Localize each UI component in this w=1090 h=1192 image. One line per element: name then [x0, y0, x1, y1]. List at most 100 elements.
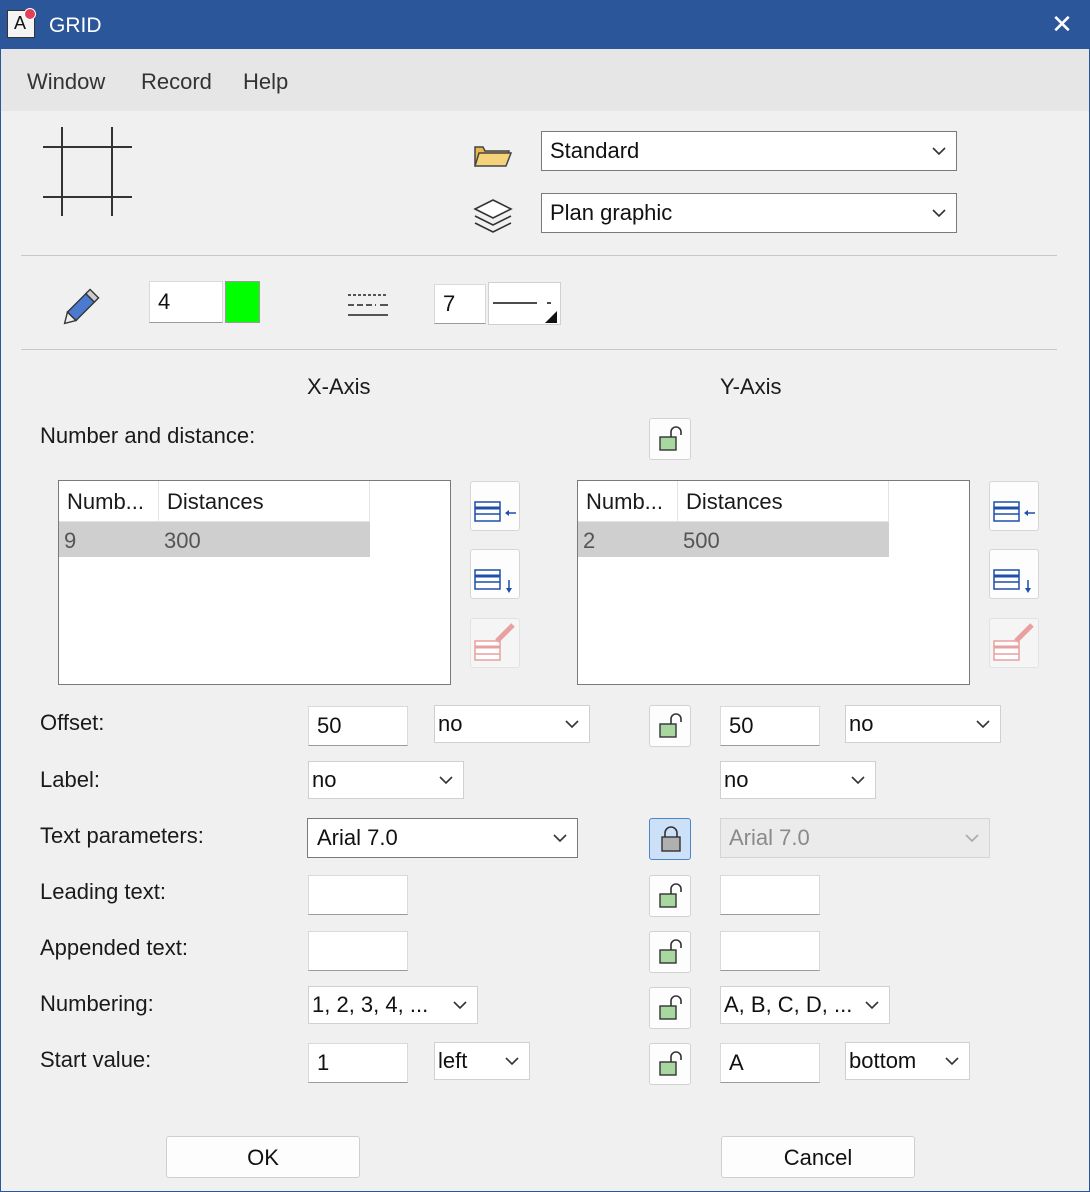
ok-button[interactable]: OK	[166, 1136, 360, 1178]
chevron-down-icon	[553, 834, 567, 843]
x-axis-table[interactable]: Numb... Distances 9 300	[58, 480, 451, 685]
x-offset-mode-value: no	[438, 711, 463, 736]
table-insert-icon	[474, 501, 516, 522]
y-start-value-input[interactable]: A	[720, 1043, 820, 1083]
pencil-icon[interactable]	[61, 285, 105, 325]
y-numbering-value: A, B, C, D, ...	[724, 992, 853, 1017]
x-table-header-distances[interactable]: Distances	[159, 481, 370, 522]
cancel-button[interactable]: Cancel	[721, 1136, 915, 1178]
x-leading-text-input[interactable]	[308, 875, 408, 915]
menu-help[interactable]: Help	[243, 69, 288, 95]
start-value-lock-button[interactable]	[649, 1043, 691, 1085]
x-row-number: 9	[64, 528, 77, 553]
x-offset-input[interactable]: 50	[308, 706, 408, 746]
y-text-params-select: Arial 7.0	[720, 818, 990, 858]
folder-icon[interactable]	[473, 141, 513, 169]
layer-select[interactable]: Plan graphic	[541, 193, 957, 233]
pen-color-swatch[interactable]	[225, 281, 260, 323]
numbering-label: Numbering:	[40, 991, 154, 1016]
standard-select-value: Standard	[550, 138, 640, 163]
x-label-value: no	[312, 767, 337, 792]
x-start-value-input[interactable]: 1	[308, 1043, 408, 1083]
y-numbering-select[interactable]: A, B, C, D, ...	[720, 986, 890, 1024]
menu-record[interactable]: Record	[141, 69, 212, 95]
x-text-params-select[interactable]: Arial 7.0	[307, 818, 578, 858]
y-offset-input[interactable]: 50	[720, 706, 820, 746]
y-start-position-value: bottom	[849, 1048, 917, 1073]
table-delete-icon	[474, 623, 515, 661]
line-type-preview	[493, 302, 557, 323]
line-value-input[interactable]: 7	[434, 284, 486, 324]
label-label: Label:	[40, 767, 100, 792]
x-delete-row-button[interactable]	[470, 618, 520, 668]
appended-text-label: Appended text:	[40, 935, 189, 960]
offset-lock-button[interactable]	[649, 705, 691, 747]
y-axis-table[interactable]: Numb... Distances 2 500	[577, 480, 970, 685]
leading-text-lock-button[interactable]	[649, 875, 691, 917]
x-insert-row-button[interactable]	[470, 481, 520, 531]
x-table-header-number[interactable]: Numb...	[59, 481, 159, 522]
pen-input[interactable]: 4	[149, 281, 223, 323]
x-row-distance: 300	[164, 528, 201, 553]
unlock-icon	[659, 713, 682, 738]
y-table-header-number[interactable]: Numb...	[578, 481, 678, 522]
x-appended-text-input[interactable]	[308, 931, 408, 971]
y-row-distance: 500	[683, 528, 720, 553]
y-text-params-value: Arial 7.0	[729, 825, 810, 850]
chevron-down-icon	[932, 147, 946, 156]
chevron-down-icon	[505, 1057, 519, 1066]
x-axis-header: X-Axis	[307, 374, 371, 399]
title-bar[interactable]: A GRID ✕	[1, 1, 1089, 49]
app-icon: A	[7, 8, 36, 38]
line-style-icon[interactable]	[346, 291, 390, 321]
x-start-position-select[interactable]: left	[434, 1042, 530, 1080]
y-axis-header: Y-Axis	[720, 374, 782, 399]
chevron-down-icon	[932, 209, 946, 218]
chevron-down-icon	[945, 1057, 959, 1066]
leading-text-label: Leading text:	[40, 879, 166, 904]
chevron-down-icon	[965, 834, 979, 843]
y-offset-mode-select[interactable]: no	[845, 705, 1001, 743]
layers-icon[interactable]	[471, 197, 515, 239]
divider	[21, 349, 1057, 350]
x-text-params-value: Arial 7.0	[317, 825, 398, 850]
grid-dialog: A GRID ✕ Window Record Help Standard Pla…	[0, 0, 1090, 1192]
start-value-label: Start value:	[40, 1047, 152, 1072]
chevron-down-icon	[851, 776, 865, 785]
table-row[interactable]: 9 300	[59, 522, 370, 557]
standard-select[interactable]: Standard	[541, 131, 957, 171]
y-label-select[interactable]: no	[720, 761, 876, 799]
x-offset-mode-select[interactable]: no	[434, 705, 590, 743]
y-offset-mode-value: no	[849, 711, 874, 736]
lock-icon	[661, 826, 681, 852]
menu-window[interactable]: Window	[27, 69, 105, 95]
x-start-position-value: left	[438, 1048, 468, 1073]
text-params-lock-button[interactable]	[649, 818, 691, 860]
chevron-down-icon	[453, 1001, 467, 1010]
close-icon[interactable]: ✕	[1047, 9, 1077, 39]
table-delete-icon	[993, 623, 1034, 661]
chevron-down-icon	[439, 776, 453, 785]
number-distance-lock-button[interactable]	[649, 418, 691, 460]
y-append-row-button[interactable]	[989, 549, 1039, 599]
chevron-down-icon	[565, 720, 579, 729]
x-label-select[interactable]: no	[308, 761, 464, 799]
chevron-down-icon	[865, 1001, 879, 1010]
table-row[interactable]: 2 500	[578, 522, 889, 557]
y-leading-text-input[interactable]	[720, 875, 820, 915]
table-insert-icon	[993, 501, 1035, 522]
numbering-lock-button[interactable]	[649, 987, 691, 1029]
layer-select-value: Plan graphic	[550, 200, 673, 225]
y-insert-row-button[interactable]	[989, 481, 1039, 531]
y-table-header-distances[interactable]: Distances	[678, 481, 889, 522]
x-append-row-button[interactable]	[470, 549, 520, 599]
line-type-select[interactable]	[488, 282, 561, 325]
x-numbering-value: 1, 2, 3, 4, ...	[312, 992, 429, 1017]
y-appended-text-input[interactable]	[720, 931, 820, 971]
y-delete-row-button[interactable]	[989, 618, 1039, 668]
chevron-down-icon	[976, 720, 990, 729]
unlock-icon	[659, 939, 682, 964]
x-numbering-select[interactable]: 1, 2, 3, 4, ...	[308, 986, 478, 1024]
appended-text-lock-button[interactable]	[649, 931, 691, 973]
y-start-position-select[interactable]: bottom	[845, 1042, 970, 1080]
